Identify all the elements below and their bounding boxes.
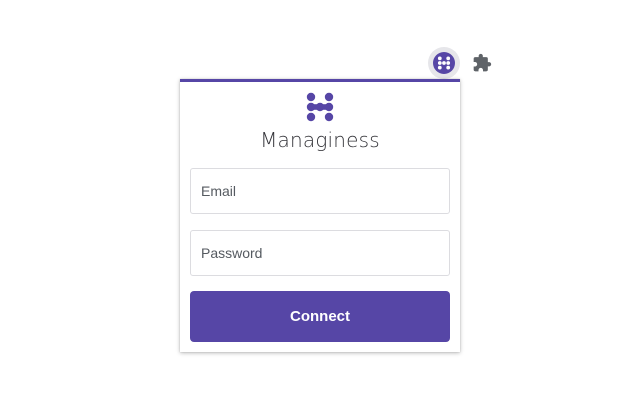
puzzle-icon — [472, 53, 492, 73]
brand-name: Managiness — [260, 128, 380, 152]
password-field[interactable] — [190, 230, 450, 276]
brand-header: Managiness — [180, 92, 460, 152]
managiness-extension-button[interactable] — [428, 47, 460, 79]
managiness-icon — [433, 52, 455, 74]
extension-toolbar — [426, 46, 502, 80]
connect-button[interactable]: Connect — [190, 291, 450, 342]
extensions-menu-button[interactable] — [466, 47, 498, 79]
managiness-logo-icon — [306, 92, 334, 122]
browser-viewport: Managiness Connect — [0, 0, 640, 400]
password-input[interactable] — [191, 231, 449, 275]
email-input[interactable] — [191, 169, 449, 213]
email-field[interactable] — [190, 168, 450, 214]
extension-popup: Managiness Connect — [180, 79, 460, 352]
